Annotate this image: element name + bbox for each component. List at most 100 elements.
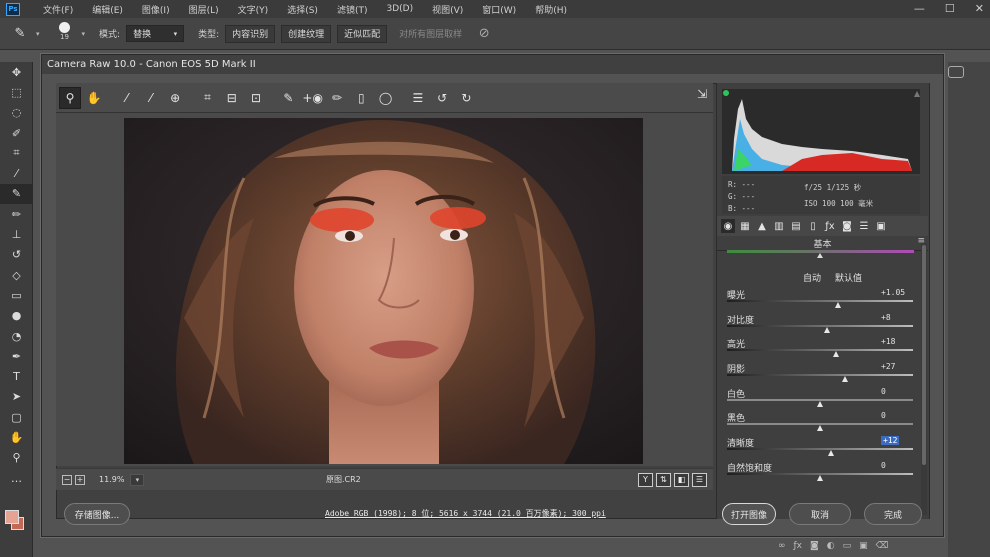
- save-image-button[interactable]: 存储图像...: [64, 503, 130, 525]
- minimize-button[interactable]: —: [914, 2, 925, 15]
- slider-thumb[interactable]: [823, 326, 830, 333]
- highlight-clip-indicator[interactable]: [914, 91, 920, 97]
- slider-value[interactable]: +27: [881, 362, 895, 371]
- adjustment-brush-icon[interactable]: ✏: [326, 87, 348, 109]
- panel-toggle-icon[interactable]: [948, 66, 964, 78]
- menu-type[interactable]: 文字(Y): [238, 3, 269, 16]
- auto-link[interactable]: 自动: [803, 271, 821, 284]
- default-link[interactable]: 默认值: [835, 271, 862, 284]
- tool-preset-dropdown-icon[interactable]: ▾: [36, 30, 40, 38]
- menu-3d[interactable]: 3D(D): [386, 4, 413, 14]
- split-tone-icon[interactable]: ▤: [789, 219, 803, 233]
- pressure-icon[interactable]: ⊘: [474, 24, 494, 44]
- foreground-color-swatch[interactable]: [5, 510, 19, 524]
- slider-value[interactable]: +8: [881, 313, 891, 322]
- menu-view[interactable]: 视图(V): [432, 3, 463, 16]
- slider-value[interactable]: 0: [881, 387, 886, 396]
- blur-tool-icon[interactable]: ●: [0, 306, 33, 326]
- adjustment-layer-icon[interactable]: ◐: [827, 541, 835, 551]
- new-layer-icon[interactable]: ▣: [859, 541, 868, 551]
- fullscreen-icon[interactable]: ⇲: [697, 87, 707, 101]
- white-balance-icon[interactable]: ⁄: [116, 87, 138, 109]
- panel-scrollbar[interactable]: [921, 243, 927, 515]
- slider-track[interactable]: [727, 374, 913, 377]
- slider-thumb[interactable]: [816, 425, 823, 432]
- zoom-tool-icon[interactable]: ⚲: [0, 448, 33, 468]
- open-image-button[interactable]: 打开图像: [722, 503, 776, 525]
- red-eye-icon[interactable]: +◉: [302, 87, 324, 109]
- menu-layer[interactable]: 图层(L): [189, 3, 219, 16]
- slider-thumb[interactable]: [835, 302, 842, 308]
- radial-filter-icon[interactable]: ◯: [375, 87, 397, 109]
- menu-filter[interactable]: 滤镜(T): [337, 3, 368, 16]
- lasso-tool-icon[interactable]: ◌: [0, 103, 33, 123]
- done-button[interactable]: 完成: [864, 503, 922, 525]
- crop-icon[interactable]: ⌗: [196, 87, 218, 109]
- pen-tool-icon[interactable]: ✒: [0, 346, 33, 366]
- slider-value[interactable]: 0: [881, 461, 886, 470]
- slider-thumb[interactable]: [827, 450, 834, 457]
- tint-slider-thumb[interactable]: [817, 253, 823, 258]
- slider-track[interactable]: [727, 300, 913, 302]
- slider-thumb[interactable]: [841, 376, 848, 383]
- graduated-filter-icon[interactable]: ▯: [350, 87, 372, 109]
- crop-tool-icon[interactable]: ⌗: [0, 143, 33, 163]
- menu-window[interactable]: 窗口(W): [482, 3, 516, 16]
- swap-settings-button[interactable]: ⇅: [656, 472, 671, 487]
- menu-help[interactable]: 帮助(H): [535, 3, 567, 16]
- zoom-icon[interactable]: ⚲: [59, 86, 81, 109]
- scrollbar-thumb[interactable]: [922, 245, 926, 465]
- slider-value[interactable]: +1.05: [881, 288, 905, 297]
- slider-thumb[interactable]: [816, 400, 823, 407]
- menu-image[interactable]: 图像(I): [142, 3, 170, 16]
- type-tool-icon[interactable]: T: [0, 366, 33, 386]
- marquee-tool-icon[interactable]: ⬚: [0, 82, 33, 102]
- quick-select-tool-icon[interactable]: ✐: [0, 123, 33, 143]
- spot-removal-icon[interactable]: ✎: [277, 87, 299, 109]
- slider-value[interactable]: +18: [881, 337, 895, 346]
- straighten-icon[interactable]: ⊟: [221, 87, 243, 109]
- rotate-ccw-icon[interactable]: ↺: [431, 87, 453, 109]
- mode-select[interactable]: 替换 ▾: [126, 25, 185, 42]
- targeted-adjust-icon[interactable]: ⊕: [164, 87, 186, 109]
- patch-tool-icon[interactable]: ✎: [10, 24, 30, 44]
- hand-tool-icon[interactable]: ✋: [0, 427, 33, 447]
- slider-thumb[interactable]: [816, 474, 823, 481]
- snapshots-icon[interactable]: ▣: [874, 219, 888, 233]
- slider-track[interactable]: [727, 349, 913, 352]
- mask-icon[interactable]: ◙: [810, 541, 819, 551]
- clone-stamp-tool-icon[interactable]: ⊥: [0, 224, 33, 244]
- color-sampler-icon[interactable]: ⁄: [140, 87, 162, 109]
- path-select-tool-icon[interactable]: ➤: [0, 387, 33, 407]
- dodge-tool-icon[interactable]: ◔: [0, 326, 33, 346]
- zoom-in-button[interactable]: +: [75, 474, 85, 485]
- detail-icon[interactable]: ▲: [755, 219, 769, 233]
- move-tool-icon[interactable]: ✥: [0, 62, 33, 82]
- more-tools-icon[interactable]: …: [0, 468, 33, 488]
- hsl-icon[interactable]: ▥: [772, 219, 786, 233]
- link-icon[interactable]: ∞: [778, 541, 786, 551]
- brush-size-picker[interactable]: 19: [54, 21, 76, 46]
- fx-icon[interactable]: ƒx: [794, 541, 803, 551]
- rotate-cw-icon[interactable]: ↻: [455, 87, 477, 109]
- eraser-tool-icon[interactable]: ◇: [0, 265, 33, 285]
- create-texture-button[interactable]: 创建纹理: [281, 24, 332, 43]
- sample-all-layers-checkbox[interactable]: 对所有图层取样: [393, 25, 468, 43]
- photo-preview[interactable]: [124, 118, 643, 464]
- toggle-settings-button[interactable]: ☰: [692, 472, 707, 487]
- content-aware-button[interactable]: 内容识别: [225, 24, 276, 43]
- preferences-icon[interactable]: ☰: [407, 87, 429, 109]
- brush-dropdown-icon[interactable]: ▾: [82, 30, 86, 38]
- copy-settings-button[interactable]: ◧: [674, 472, 689, 487]
- trash-icon[interactable]: ⌫: [876, 541, 889, 551]
- zoom-dropdown[interactable]: ▾: [130, 473, 145, 486]
- history-brush-tool-icon[interactable]: ↺: [0, 245, 33, 265]
- menu-file[interactable]: 文件(F): [43, 3, 73, 16]
- before-after-toggle[interactable]: Y: [638, 472, 653, 487]
- lens-icon[interactable]: ▯: [806, 219, 820, 233]
- healing-brush-tool-icon[interactable]: ✎: [0, 183, 33, 205]
- group-icon[interactable]: ▭: [843, 541, 852, 551]
- slider-value[interactable]: +12: [881, 436, 900, 446]
- calibration-icon[interactable]: ◙: [840, 219, 854, 233]
- tone-curve-icon[interactable]: ▦: [738, 219, 752, 233]
